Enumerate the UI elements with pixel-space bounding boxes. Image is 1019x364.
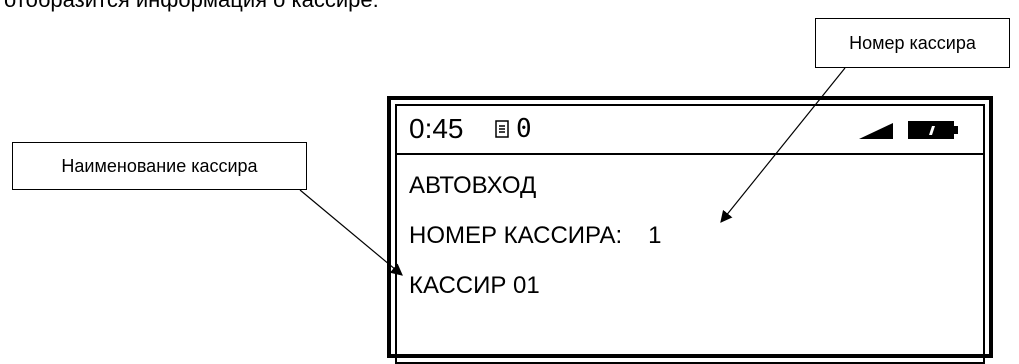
status-bar: 0:45 0 — [397, 106, 983, 155]
callout-cashier-number: Номер кассира — [815, 18, 1010, 68]
cashier-number-label: НОМЕР КАССИРА: — [409, 222, 623, 249]
signal-icon — [859, 123, 893, 144]
register-display: 0:45 0 АВТОВХОД НОМЕР КАССИРА: 1 КАССИР … — [387, 96, 993, 364]
line-autologin: АВТОВХОД — [409, 172, 537, 199]
cashier-number-value: 1 — [648, 222, 662, 249]
line-cashier-number: НОМЕР КАССИРА: 1 — [409, 221, 662, 251]
document-icon — [495, 120, 509, 143]
display-screen: 0:45 0 АВТОВХОД НОМЕР КАССИРА: 1 КАССИР … — [395, 104, 985, 364]
callout-cashier-name: Наименование кассира — [12, 142, 307, 190]
clock: 0:45 — [409, 113, 464, 144]
zero-indicator: 0 — [516, 114, 532, 144]
line-cashier-name: КАССИР 01 — [409, 272, 540, 299]
intro-text: отобразится информация о кассире: — [4, 0, 379, 13]
battery-icon — [908, 121, 958, 144]
